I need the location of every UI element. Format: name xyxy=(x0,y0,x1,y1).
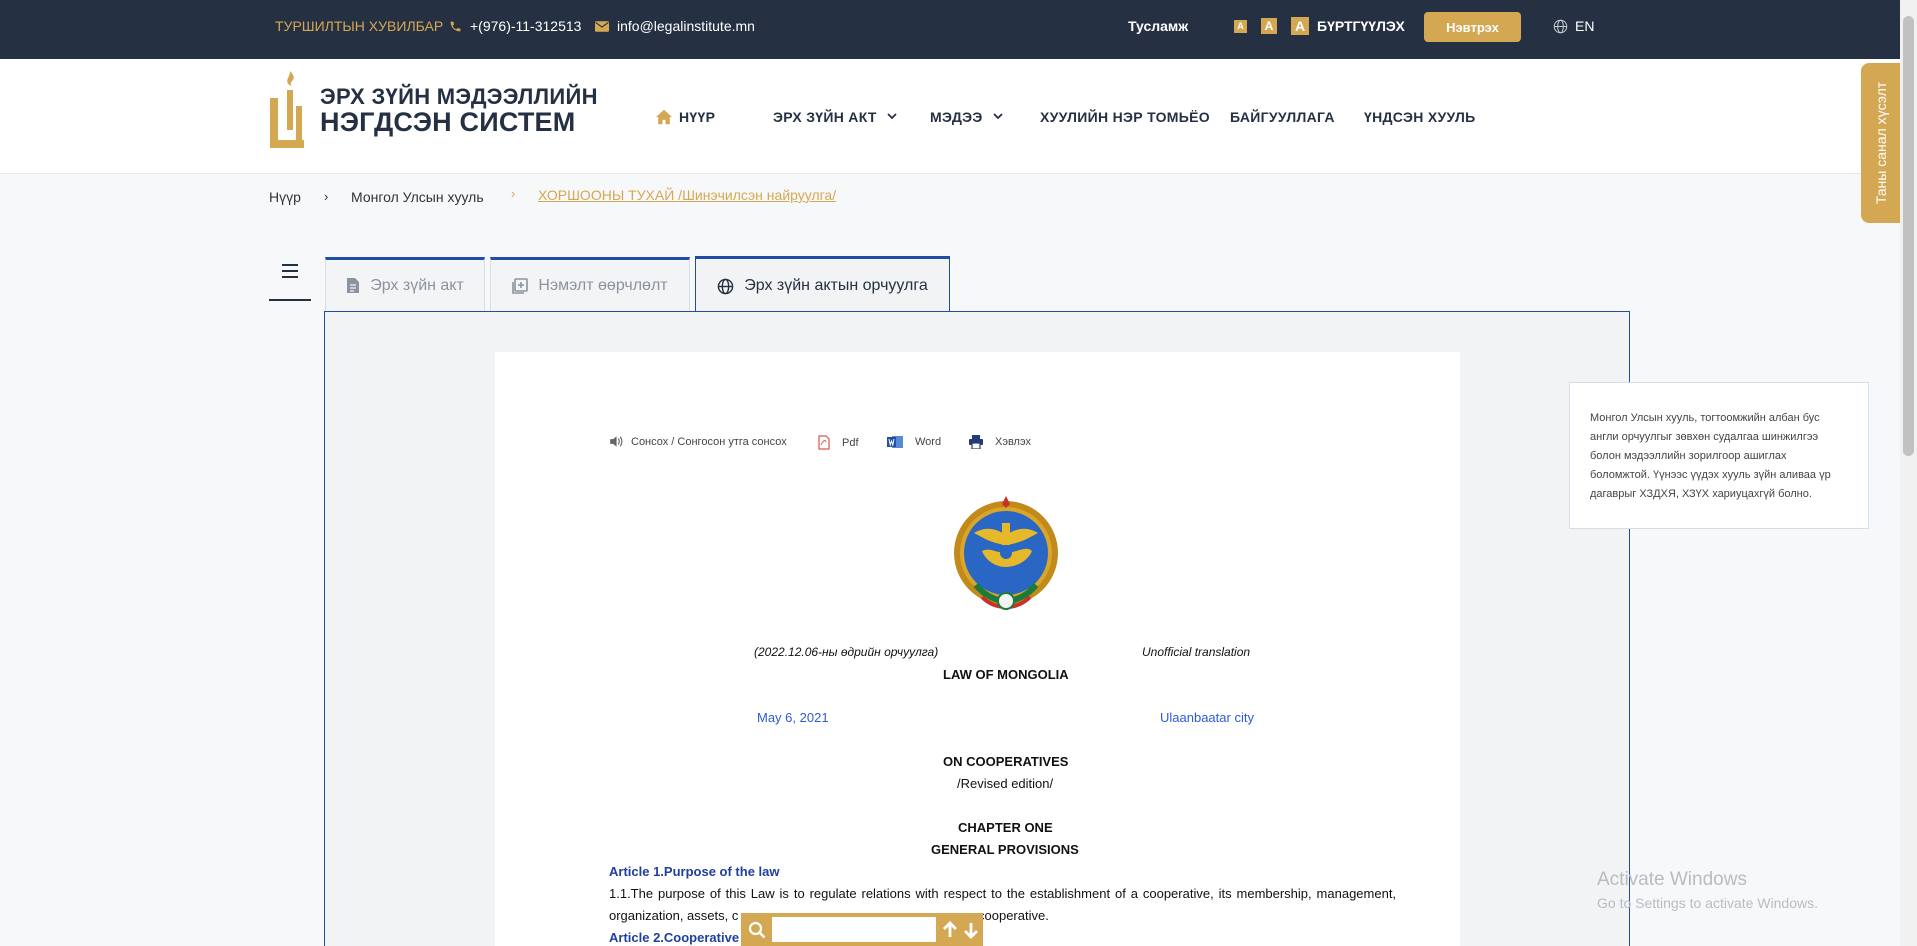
law-edition: /Revised edition/ xyxy=(957,776,1054,791)
print-button[interactable]: Хэвлэх xyxy=(969,435,1031,449)
beta-label: ТУРШИЛТЫН ХУВИЛБАР xyxy=(275,18,444,34)
pdf-label: Pdf xyxy=(842,436,859,449)
top-bar: ТУРШИЛТЫН ХУВИЛБАР +(976)-11-312513 info… xyxy=(0,0,1900,59)
email-contact[interactable]: info@legalinstitute.mn xyxy=(595,0,755,52)
printer-icon xyxy=(969,435,983,449)
nav-news[interactable]: МЭДЭЭ xyxy=(930,59,1003,174)
nav-legal-acts[interactable]: ЭРХ ЗҮЙН АКТ xyxy=(773,59,897,174)
page-scrollbar[interactable] xyxy=(1900,0,1917,946)
font-medium-button[interactable]: A xyxy=(1261,18,1277,34)
speaker-icon xyxy=(609,435,623,448)
chapter-title: GENERAL PROVISIONS xyxy=(931,842,1079,857)
logo-line-1: ЭРХ ЗҮЙН МЭДЭЭЛЛИЙН xyxy=(320,84,598,110)
nav-news-label: МЭДЭЭ xyxy=(930,108,983,125)
pdf-icon xyxy=(818,435,830,450)
breadcrumb-laws[interactable]: Монгол Улсын хууль xyxy=(351,189,484,205)
translation-disclaimer: Монгол Улсын хууль, тогтоомжийн албан бу… xyxy=(1569,382,1869,529)
add-document-icon xyxy=(512,277,529,294)
document-search-bar xyxy=(741,913,983,946)
breadcrumb-home[interactable]: Нүүр xyxy=(269,189,301,205)
tab-translation-label: Эрх зүйн актын орчуулга xyxy=(744,277,928,294)
article-1-paragraph-line-2b: cooperative. xyxy=(978,908,1049,923)
document-icon xyxy=(346,277,360,294)
word-button[interactable]: Word xyxy=(887,435,941,449)
state-emblem-icon xyxy=(954,496,1058,610)
translation-date: (2022.12.06-ны өдрийн орчуулга) xyxy=(754,645,939,659)
font-large-button[interactable]: A xyxy=(1291,17,1309,35)
pdf-button[interactable]: Pdf xyxy=(818,435,859,450)
article-1-paragraph-line-2a: organization, assets, c xyxy=(609,908,739,923)
law-city: Ulaanbaatar city xyxy=(1160,710,1254,725)
article-1-paragraph-line-1: 1.1.The purpose of this Law is to regula… xyxy=(609,886,1397,901)
tab-translation[interactable]: Эрх зүйн актын орчуулга xyxy=(695,256,950,313)
law-date: May 6, 2021 xyxy=(757,710,829,725)
law-title: ON COOPERATIVES xyxy=(943,754,1069,769)
login-button[interactable]: Нэвтрэх xyxy=(1424,12,1521,42)
document-search-input[interactable] xyxy=(772,917,936,942)
register-link[interactable]: БҮРТГҮҮЛЭХ xyxy=(1317,0,1405,52)
listen-label: Сонсох / Сонгосон утга сонсох xyxy=(631,435,787,448)
phone-icon xyxy=(449,20,462,33)
language-label: EN xyxy=(1575,18,1595,34)
sidebar-menu-button[interactable] xyxy=(269,255,311,301)
help-link[interactable]: Тусламж xyxy=(1128,0,1188,52)
language-switch[interactable]: EN xyxy=(1553,0,1594,52)
watermark-line-2: Go to Settings to activate Windows. xyxy=(1597,895,1818,911)
phone-number: +(976)-11-312513 xyxy=(470,18,582,34)
nav-constitution[interactable]: ҮНДСЭН ХУУЛЬ xyxy=(1364,59,1475,174)
watermark-line-1: Activate Windows xyxy=(1597,869,1747,890)
windows-activation-watermark: Activate Windows Go to Settings to activ… xyxy=(1597,869,1818,911)
breadcrumb-current[interactable]: ХОРШООНЫ ТУХАЙ /Шинэчилсэн найруулга/ xyxy=(538,187,836,203)
word-label: Word xyxy=(915,436,942,448)
tab-legal-act[interactable]: Эрх зүйн акт xyxy=(325,257,485,312)
unofficial-label: Unofficial translation xyxy=(1142,645,1251,659)
feedback-tab[interactable]: Таны санал хүсэлт xyxy=(1861,63,1901,223)
nav-legal-acts-label: ЭРХ ЗҮЙН АКТ xyxy=(773,108,877,125)
globe-icon xyxy=(717,278,734,295)
nav-home[interactable]: НҮҮР xyxy=(655,59,715,174)
font-small-button[interactable]: A xyxy=(1234,19,1247,33)
breadcrumb-separator: › xyxy=(324,189,329,204)
font-size-controls: A A A xyxy=(1234,0,1309,52)
nav-home-label: НҮҮР xyxy=(679,108,716,125)
listen-button[interactable]: Сонсох / Сонгосон утга сонсох xyxy=(609,435,787,448)
article-1-heading: Article 1.Purpose of the law xyxy=(609,864,780,879)
home-icon xyxy=(655,109,673,125)
feedback-label: Таны санал хүсэлт xyxy=(1873,81,1889,205)
nav-glossary[interactable]: ХУУЛИЙН НЭР ТОМЬЁО xyxy=(1040,59,1210,174)
hamburger-icon xyxy=(282,264,298,278)
article-2-heading: Article 2.Cooperative xyxy=(609,930,740,945)
mail-icon xyxy=(595,20,609,32)
scrollbar-thumb[interactable] xyxy=(1903,16,1914,456)
print-label: Хэвлэх xyxy=(995,436,1031,448)
arrow-down-icon[interactable] xyxy=(962,921,980,939)
chevron-down-icon xyxy=(887,113,897,120)
nav-organization[interactable]: БАЙГУУЛЛАГА xyxy=(1230,59,1335,174)
main-header: ЭРХ ЗҮЙН МЭДЭЭЛЛИЙН НЭГДСЭН СИСТЕМ НҮҮР … xyxy=(0,59,1900,174)
arrow-up-icon[interactable] xyxy=(941,920,959,939)
chevron-down-icon xyxy=(993,113,1003,120)
globe-icon xyxy=(1553,19,1568,34)
search-icon xyxy=(748,921,766,939)
email-address: info@legalinstitute.mn xyxy=(617,18,755,34)
breadcrumb-separator: › xyxy=(511,186,516,201)
tab-amendments-label: Нэмэлт өөрчлөлт xyxy=(538,276,668,294)
tab-amendments[interactable]: Нэмэлт өөрчлөлт xyxy=(490,257,690,312)
logo-line-2: НЭГДСЭН СИСТЕМ xyxy=(320,107,576,138)
tab-legal-act-label: Эрх зүйн акт xyxy=(370,276,464,294)
phone-contact[interactable]: +(976)-11-312513 xyxy=(449,0,581,52)
law-of-mongolia: LAW OF MONGOLIA xyxy=(943,667,1069,682)
site-logo[interactable]: ЭРХ ЗҮЙН МЭДЭЭЛЛИЙН НЭГДСЭН СИСТЕМ xyxy=(268,68,598,150)
chapter-number: CHAPTER ONE xyxy=(958,820,1053,835)
word-icon xyxy=(887,435,903,449)
logo-mark-icon xyxy=(270,71,304,148)
